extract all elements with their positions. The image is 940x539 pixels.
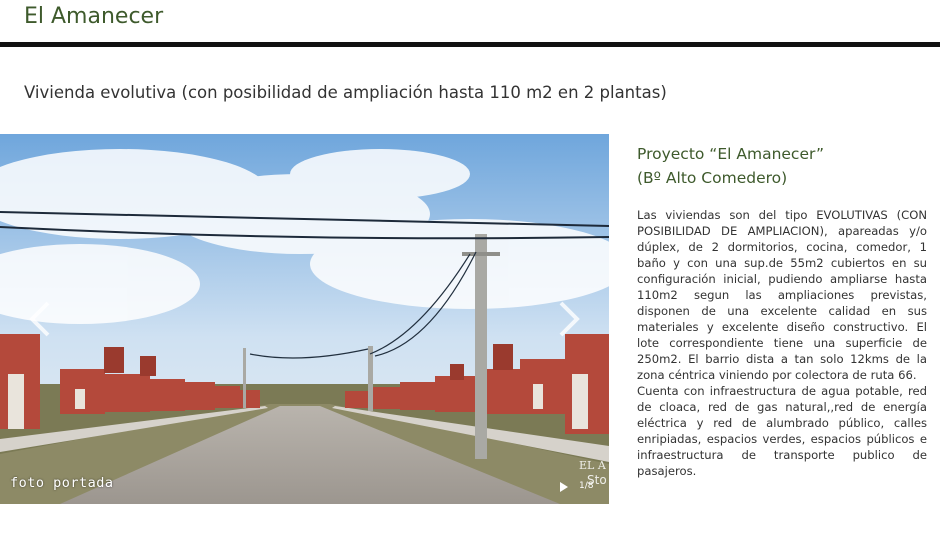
slider-prev-button[interactable] <box>24 299 58 339</box>
header-divider <box>0 42 940 47</box>
photo-slider[interactable]: EL A Sto foto portada 1/8 <box>0 134 609 504</box>
page-subtitle: Vivienda evolutiva (con posibilidad de a… <box>24 83 667 102</box>
description-paragraph: Las viviendas son del tipo EVOLUTIVAS (C… <box>637 208 927 382</box>
slide-caption: foto portada <box>10 475 114 491</box>
chevron-left-icon <box>29 301 50 337</box>
play-icon <box>560 482 568 492</box>
project-title-line1: Proyecto “El Amanecer” <box>637 145 825 163</box>
slider-next-button[interactable] <box>551 299 585 339</box>
project-title: Proyecto “El Amanecer” (Bº Alto Comedero… <box>637 142 824 190</box>
chevron-right-icon <box>559 301 580 337</box>
description-paragraph: Cuenta con infraestructura de agua potab… <box>637 384 927 478</box>
site-title: El Amanecer <box>24 4 164 29</box>
slide-counter: 1/8 <box>579 481 594 491</box>
slide-photo <box>0 134 609 504</box>
svg-text:EL A: EL A <box>579 459 607 472</box>
project-title-line2: (Bº Alto Comedero) <box>637 169 788 187</box>
project-description: Las viviendas son del tipo EVOLUTIVAS (C… <box>637 207 927 479</box>
slideshow-play-button[interactable] <box>560 482 568 492</box>
